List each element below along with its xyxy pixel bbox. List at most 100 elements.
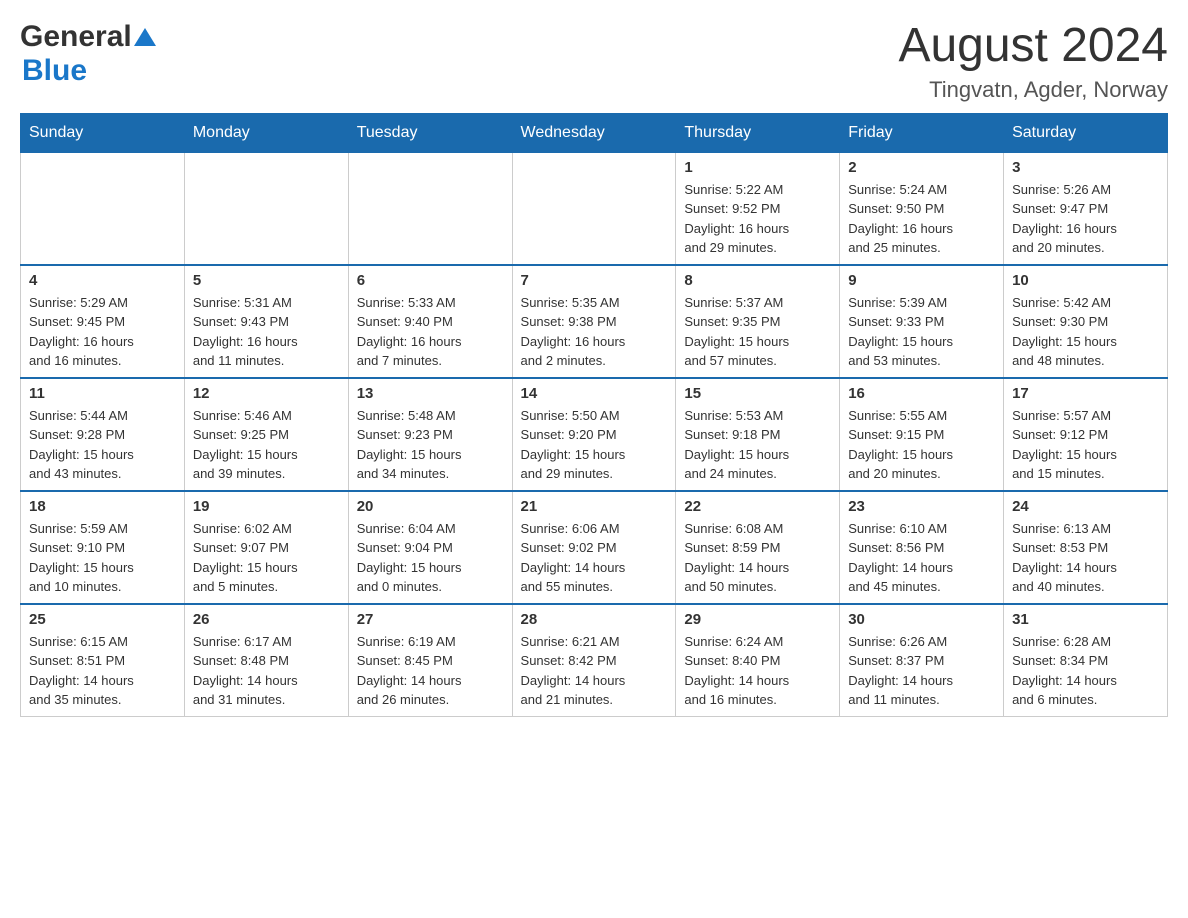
day-number: 10 bbox=[1012, 272, 1159, 289]
calendar-day-cell: 13Sunrise: 5:48 AM Sunset: 9:23 PM Dayli… bbox=[348, 378, 512, 491]
calendar-week-row: 25 Sunrise: 6:15 AM Sunset: 8:51 PM Dayli… bbox=[21, 604, 1168, 717]
day-info: Sunrise: 5:29 AM Sunset: 9:45 PM Dayligh… bbox=[29, 293, 176, 371]
calendar-day-cell: 20 Sunrise: 6:04 AM Sunset: 9:04 PM Dayli… bbox=[348, 491, 512, 604]
logo-blue-text: Blue bbox=[22, 54, 87, 88]
calendar-day-cell: 3Sunrise: 5:26 AM Sunset: 9:47 PM Daylig… bbox=[1004, 152, 1168, 265]
calendar-day-cell: 14 Sunrise: 5:50 AM Sunset: 9:20 PM Dayli… bbox=[512, 378, 676, 491]
calendar-week-row: 4 Sunrise: 5:29 AM Sunset: 9:45 PM Daylig… bbox=[21, 265, 1168, 378]
day-number: 3 bbox=[1012, 159, 1159, 176]
calendar-day-cell: 19 Sunrise: 6:02 AM Sunset: 9:07 PM Dayli… bbox=[184, 491, 348, 604]
logo: General Blue bbox=[20, 20, 156, 88]
day-number: 31 bbox=[1012, 611, 1159, 628]
day-info: Sunrise: 5:35 AM Sunset: 9:38 PM Dayligh… bbox=[521, 293, 668, 371]
weekday-header-thursday: Thursday bbox=[676, 113, 840, 152]
calendar-week-row: 11 Sunrise: 5:44 AM Sunset: 9:28 PM Dayli… bbox=[21, 378, 1168, 491]
calendar-day-cell bbox=[348, 152, 512, 265]
day-info: Sunrise: 5:33 AM Sunset: 9:40 PM Dayligh… bbox=[357, 293, 504, 371]
day-info: Sunrise: 6:04 AM Sunset: 9:04 PM Dayligh… bbox=[357, 519, 504, 597]
calendar-day-cell: 26 Sunrise: 6:17 AM Sunset: 8:48 PM Dayli… bbox=[184, 604, 348, 717]
day-info: Sunrise: 6:26 AM Sunset: 8:37 PM Dayligh… bbox=[848, 632, 995, 710]
calendar-day-cell: 25 Sunrise: 6:15 AM Sunset: 8:51 PM Dayli… bbox=[21, 604, 185, 717]
day-number: 29 bbox=[684, 611, 831, 628]
calendar-day-cell bbox=[21, 152, 185, 265]
day-number: 25 bbox=[29, 611, 176, 628]
calendar-day-cell: 1Sunrise: 5:22 AM Sunset: 9:52 PM Daylig… bbox=[676, 152, 840, 265]
calendar-day-cell: 9Sunrise: 5:39 AM Sunset: 9:33 PM Daylig… bbox=[840, 265, 1004, 378]
day-info: Sunrise: 5:59 AM Sunset: 9:10 PM Dayligh… bbox=[29, 519, 176, 597]
day-info: Sunrise: 6:24 AM Sunset: 8:40 PM Dayligh… bbox=[684, 632, 831, 710]
calendar-day-cell: 5 Sunrise: 5:31 AM Sunset: 9:43 PM Daylig… bbox=[184, 265, 348, 378]
calendar-day-cell: 17Sunrise: 5:57 AM Sunset: 9:12 PM Dayli… bbox=[1004, 378, 1168, 491]
weekday-header-wednesday: Wednesday bbox=[512, 113, 676, 152]
day-number: 7 bbox=[521, 272, 668, 289]
day-number: 27 bbox=[357, 611, 504, 628]
day-info: Sunrise: 6:28 AM Sunset: 8:34 PM Dayligh… bbox=[1012, 632, 1159, 710]
day-info: Sunrise: 6:15 AM Sunset: 8:51 PM Dayligh… bbox=[29, 632, 176, 710]
calendar-day-cell: 24Sunrise: 6:13 AM Sunset: 8:53 PM Dayli… bbox=[1004, 491, 1168, 604]
day-info: Sunrise: 5:42 AM Sunset: 9:30 PM Dayligh… bbox=[1012, 293, 1159, 371]
calendar-day-cell: 15Sunrise: 5:53 AM Sunset: 9:18 PM Dayli… bbox=[676, 378, 840, 491]
page-header: General Blue August 2024 Tingvatn, Agder… bbox=[20, 20, 1168, 103]
day-info: Sunrise: 5:24 AM Sunset: 9:50 PM Dayligh… bbox=[848, 180, 995, 258]
day-info: Sunrise: 6:17 AM Sunset: 8:48 PM Dayligh… bbox=[193, 632, 340, 710]
day-info: Sunrise: 5:55 AM Sunset: 9:15 PM Dayligh… bbox=[848, 406, 995, 484]
weekday-header-saturday: Saturday bbox=[1004, 113, 1168, 152]
logo-triangle-icon bbox=[134, 26, 156, 48]
calendar-day-cell: 31 Sunrise: 6:28 AM Sunset: 8:34 PM Dayli… bbox=[1004, 604, 1168, 717]
day-number: 16 bbox=[848, 385, 995, 402]
calendar-day-cell: 11 Sunrise: 5:44 AM Sunset: 9:28 PM Dayli… bbox=[21, 378, 185, 491]
day-number: 30 bbox=[848, 611, 995, 628]
day-info: Sunrise: 6:19 AM Sunset: 8:45 PM Dayligh… bbox=[357, 632, 504, 710]
day-number: 5 bbox=[193, 272, 340, 289]
calendar-day-cell: 12 Sunrise: 5:46 AM Sunset: 9:25 PM Dayli… bbox=[184, 378, 348, 491]
calendar-day-cell bbox=[184, 152, 348, 265]
day-number: 26 bbox=[193, 611, 340, 628]
day-number: 13 bbox=[357, 385, 504, 402]
month-title: August 2024 bbox=[898, 20, 1168, 73]
day-info: Sunrise: 6:13 AM Sunset: 8:53 PM Dayligh… bbox=[1012, 519, 1159, 597]
weekday-header-sunday: Sunday bbox=[21, 113, 185, 152]
calendar-day-cell: 4 Sunrise: 5:29 AM Sunset: 9:45 PM Daylig… bbox=[21, 265, 185, 378]
day-info: Sunrise: 6:08 AM Sunset: 8:59 PM Dayligh… bbox=[684, 519, 831, 597]
day-number: 12 bbox=[193, 385, 340, 402]
day-info: Sunrise: 5:22 AM Sunset: 9:52 PM Dayligh… bbox=[684, 180, 831, 258]
day-number: 6 bbox=[357, 272, 504, 289]
day-number: 15 bbox=[684, 385, 831, 402]
day-info: Sunrise: 5:31 AM Sunset: 9:43 PM Dayligh… bbox=[193, 293, 340, 371]
day-info: Sunrise: 5:50 AM Sunset: 9:20 PM Dayligh… bbox=[521, 406, 668, 484]
calendar-day-cell: 21Sunrise: 6:06 AM Sunset: 9:02 PM Dayli… bbox=[512, 491, 676, 604]
day-info: Sunrise: 5:37 AM Sunset: 9:35 PM Dayligh… bbox=[684, 293, 831, 371]
day-number: 8 bbox=[684, 272, 831, 289]
weekday-header-monday: Monday bbox=[184, 113, 348, 152]
calendar-day-cell: 6 Sunrise: 5:33 AM Sunset: 9:40 PM Daylig… bbox=[348, 265, 512, 378]
day-info: Sunrise: 6:21 AM Sunset: 8:42 PM Dayligh… bbox=[521, 632, 668, 710]
day-number: 11 bbox=[29, 385, 176, 402]
location-subtitle: Tingvatn, Agder, Norway bbox=[898, 77, 1168, 103]
calendar-day-cell: 18Sunrise: 5:59 AM Sunset: 9:10 PM Dayli… bbox=[21, 491, 185, 604]
day-number: 2 bbox=[848, 159, 995, 176]
title-section: August 2024 Tingvatn, Agder, Norway bbox=[898, 20, 1168, 103]
day-number: 28 bbox=[521, 611, 668, 628]
day-info: Sunrise: 5:46 AM Sunset: 9:25 PM Dayligh… bbox=[193, 406, 340, 484]
logo-general-text: General bbox=[20, 20, 132, 54]
day-info: Sunrise: 6:10 AM Sunset: 8:56 PM Dayligh… bbox=[848, 519, 995, 597]
day-info: Sunrise: 6:06 AM Sunset: 9:02 PM Dayligh… bbox=[521, 519, 668, 597]
day-number: 14 bbox=[521, 385, 668, 402]
day-number: 4 bbox=[29, 272, 176, 289]
day-number: 19 bbox=[193, 498, 340, 515]
calendar-week-row: 1Sunrise: 5:22 AM Sunset: 9:52 PM Daylig… bbox=[21, 152, 1168, 265]
day-number: 20 bbox=[357, 498, 504, 515]
calendar-week-row: 18Sunrise: 5:59 AM Sunset: 9:10 PM Dayli… bbox=[21, 491, 1168, 604]
calendar-day-cell: 22 Sunrise: 6:08 AM Sunset: 8:59 PM Dayli… bbox=[676, 491, 840, 604]
day-info: Sunrise: 5:44 AM Sunset: 9:28 PM Dayligh… bbox=[29, 406, 176, 484]
calendar-day-cell: 29 Sunrise: 6:24 AM Sunset: 8:40 PM Dayli… bbox=[676, 604, 840, 717]
calendar-day-cell: 2 Sunrise: 5:24 AM Sunset: 9:50 PM Daylig… bbox=[840, 152, 1004, 265]
calendar-table: SundayMondayTuesdayWednesdayThursdayFrid… bbox=[20, 113, 1168, 717]
calendar-day-cell: 8 Sunrise: 5:37 AM Sunset: 9:35 PM Daylig… bbox=[676, 265, 840, 378]
calendar-day-cell: 27 Sunrise: 6:19 AM Sunset: 8:45 PM Dayli… bbox=[348, 604, 512, 717]
day-number: 23 bbox=[848, 498, 995, 515]
calendar-day-cell: 7 Sunrise: 5:35 AM Sunset: 9:38 PM Daylig… bbox=[512, 265, 676, 378]
day-number: 22 bbox=[684, 498, 831, 515]
calendar-day-cell bbox=[512, 152, 676, 265]
day-info: Sunrise: 6:02 AM Sunset: 9:07 PM Dayligh… bbox=[193, 519, 340, 597]
